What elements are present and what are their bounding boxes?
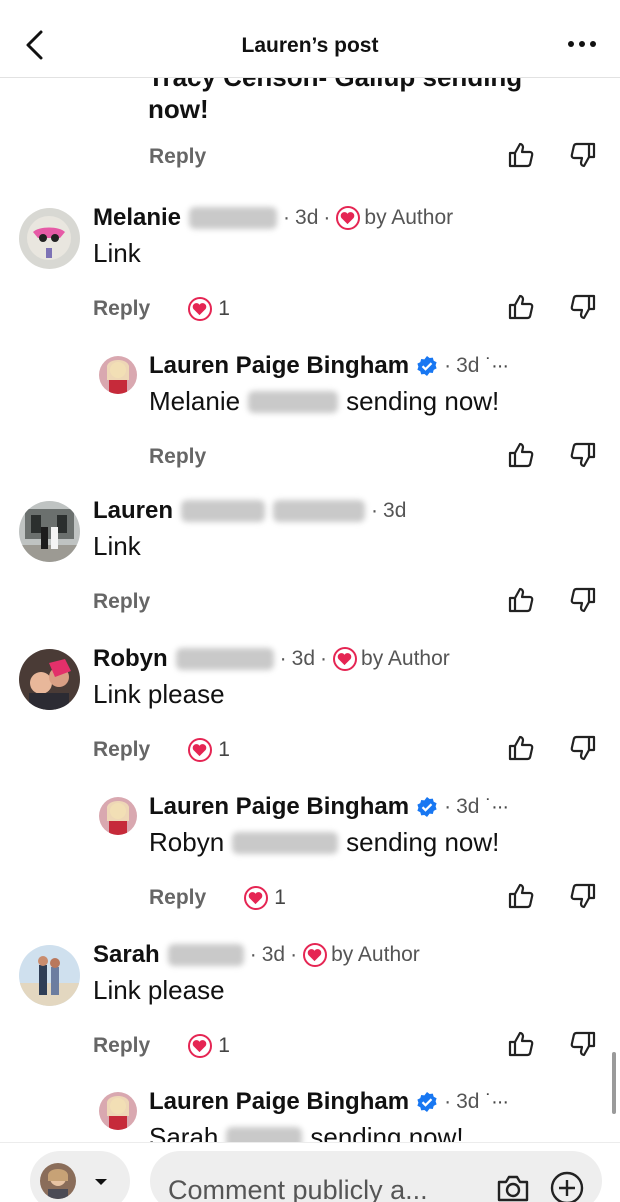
reaction-number: 1	[218, 1034, 230, 1057]
reply-button[interactable]: Reply	[93, 590, 150, 614]
reply-button[interactable]: Reply	[93, 297, 150, 321]
verified-badge-icon	[417, 797, 437, 817]
heart-icon	[188, 297, 213, 321]
comment-time: 3d	[291, 647, 316, 670]
comment-text: Link please	[93, 679, 225, 709]
dislike-icon[interactable]	[568, 292, 598, 322]
mention[interactable]: Melanie	[149, 386, 240, 417]
dislike-icon[interactable]	[568, 440, 598, 470]
blurred-name	[181, 500, 266, 522]
commenter-name[interactable]: Lauren Paige Bingham	[149, 1088, 409, 1116]
like-icon[interactable]	[506, 440, 536, 470]
comment-text: sending now!	[346, 827, 500, 857]
reaction-number: 1	[218, 297, 230, 320]
commenter-name[interactable]: Lauren Paige Bingham	[149, 352, 409, 380]
page-title: Lauren’s post	[241, 34, 379, 57]
reaction-count[interactable]: 1	[188, 1034, 230, 1058]
author-heart-icon	[303, 943, 328, 967]
reaction-count[interactable]: 1	[244, 886, 286, 910]
dislike-icon[interactable]	[568, 1029, 598, 1059]
reply-button[interactable]: Reply	[149, 886, 206, 910]
comment-time: 3d	[456, 354, 480, 377]
blurred-surname	[175, 648, 274, 670]
avatar[interactable]	[19, 501, 80, 562]
comments-feed[interactable]: Tracy Censon- Gallup sending now! Reply …	[0, 0, 620, 1202]
heart-icon	[188, 1034, 213, 1058]
mention[interactable]: Robyn	[149, 827, 224, 858]
reaction-count[interactable]: 1	[188, 297, 230, 321]
verified-badge-icon	[417, 1092, 437, 1112]
camera-icon[interactable]	[496, 1173, 530, 1202]
blurred-surname	[248, 390, 339, 413]
profile-switcher[interactable]	[30, 1151, 130, 1202]
comment-text: sending now!	[346, 386, 500, 416]
blurred-surname	[232, 831, 339, 854]
by-author-label: by Author	[364, 206, 454, 229]
dislike-icon[interactable]	[568, 733, 598, 763]
reply-button[interactable]: Reply	[93, 738, 150, 762]
reaction-number: 1	[274, 886, 286, 909]
avatar[interactable]	[99, 1092, 137, 1130]
comment-time: 3d	[456, 1090, 480, 1113]
dislike-icon[interactable]	[568, 140, 598, 170]
comment-time: 3d	[456, 795, 480, 818]
by-author-label: by Author	[331, 943, 420, 966]
heart-icon	[244, 886, 269, 910]
reply-button[interactable]: Reply	[93, 1034, 150, 1058]
avatar[interactable]	[19, 945, 80, 1006]
comment-text: Link	[93, 531, 141, 561]
more-options-icon[interactable]: ˙···	[485, 796, 509, 819]
heart-icon	[188, 738, 213, 762]
comment-input[interactable]: Comment publicly a...	[150, 1151, 602, 1202]
avatar	[40, 1163, 76, 1199]
dislike-icon[interactable]	[568, 881, 598, 911]
like-icon[interactable]	[506, 140, 536, 170]
comment-text-fragment-2: now!	[148, 94, 209, 124]
chevron-down-icon	[95, 1179, 107, 1185]
avatar[interactable]	[99, 797, 137, 835]
avatar[interactable]	[19, 649, 80, 710]
comment-input-placeholder: Comment publicly a...	[168, 1175, 428, 1202]
commenter-name[interactable]: Lauren Paige Bingham	[149, 793, 409, 821]
more-options-icon[interactable]: ˙···	[485, 1091, 509, 1114]
more-options-icon[interactable]: ˙···	[485, 355, 509, 378]
avatar[interactable]	[19, 208, 80, 269]
commenter-name[interactable]: Robyn	[93, 645, 168, 673]
author-heart-icon	[336, 206, 361, 230]
blurred-surname	[273, 500, 366, 522]
reply-button[interactable]: Reply	[149, 445, 206, 469]
like-icon[interactable]	[506, 1029, 536, 1059]
add-icon[interactable]	[550, 1171, 584, 1202]
comment-text: Link	[93, 238, 141, 268]
by-author-label: by Author	[361, 647, 450, 670]
top-bar: Lauren’s post	[0, 0, 620, 78]
reaction-count[interactable]: 1	[188, 738, 230, 762]
comment-text: Link please	[93, 975, 225, 1005]
comment-time: 3d	[261, 943, 286, 966]
scrollbar[interactable]	[612, 1052, 616, 1114]
comment-time: 3d	[383, 499, 407, 522]
avatar[interactable]	[99, 356, 137, 394]
author-heart-icon	[333, 647, 358, 671]
commenter-name[interactable]: Lauren	[93, 497, 173, 525]
like-icon[interactable]	[506, 733, 536, 763]
verified-badge-icon	[417, 356, 437, 376]
blurred-surname	[189, 207, 278, 229]
blurred-surname	[167, 944, 244, 966]
reply-button[interactable]: Reply	[149, 145, 206, 169]
commenter-name[interactable]: Sarah	[93, 941, 160, 969]
commenter-name[interactable]: Melanie	[93, 204, 181, 232]
like-icon[interactable]	[506, 881, 536, 911]
like-icon[interactable]	[506, 585, 536, 615]
more-options-icon[interactable]	[566, 32, 598, 56]
like-icon[interactable]	[506, 292, 536, 322]
reaction-number: 1	[218, 738, 230, 761]
comment-composer: Comment publicly a...	[0, 1142, 620, 1202]
dislike-icon[interactable]	[568, 585, 598, 615]
comment-time: 3d	[295, 206, 319, 229]
